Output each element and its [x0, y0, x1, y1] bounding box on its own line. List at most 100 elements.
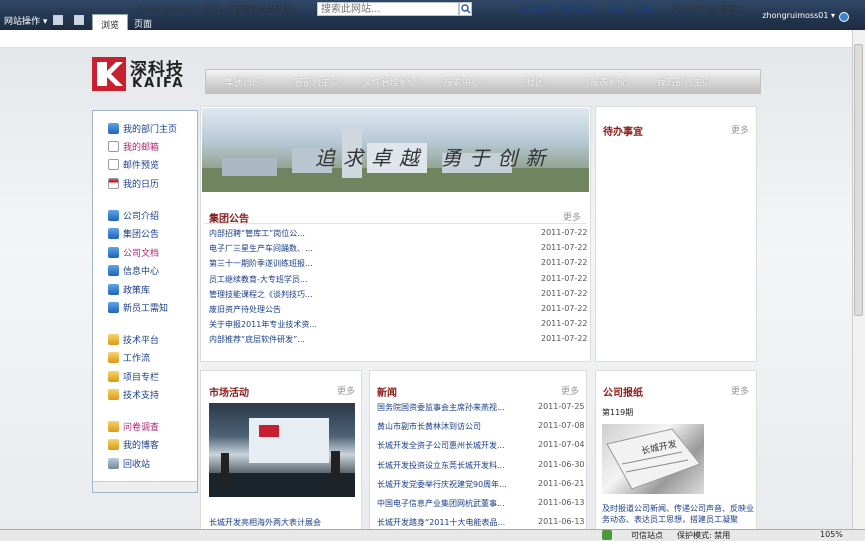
sidebar-item-workflow[interactable]: 工作流	[108, 351, 150, 364]
scrollbar-thumb[interactable]	[854, 44, 863, 316]
support-icon	[108, 389, 119, 400]
site-actions-menu[interactable]: 网站操作 ▾	[4, 14, 47, 27]
sidebar-item-new-staff[interactable]: 新员工需知	[108, 301, 168, 314]
notice-icon	[108, 228, 119, 239]
todo-more-link[interactable]: 更多	[731, 123, 749, 136]
nav-group-portal[interactable]: 集团门户	[225, 75, 261, 88]
recycle-bin-icon	[108, 458, 119, 469]
nav-my-department[interactable]: 我的部门主页	[657, 75, 711, 88]
tab-browse[interactable]: 浏览	[92, 14, 129, 31]
sidebar-item-my-department[interactable]: 我的部门主页	[108, 122, 177, 135]
paper-description[interactable]: 及时报道公司新闻、传递公司声音、反映业务动态、表达员工思想，搭建员工凝聚	[602, 503, 754, 525]
nav-file-system[interactable]: 文件管理系统	[363, 75, 417, 88]
sidebar-item-my-mail[interactable]: 我的邮箱	[108, 140, 159, 153]
announce-row-link[interactable]: 第三十一期阶季遂训练班报...	[209, 258, 327, 269]
edit-page-icon[interactable]	[74, 15, 84, 25]
announce-row-date: 2011-07-22	[541, 288, 588, 298]
help-icon[interactable]	[839, 12, 849, 22]
news-row-link[interactable]: 长城开发投资设立东莞长城开发科...	[377, 460, 517, 471]
browser-status-bar	[0, 529, 865, 541]
zoom-level[interactable]: 105%	[820, 530, 843, 539]
news-row-link[interactable]: 长城开发党委举行庆祝建党90周年...	[377, 479, 517, 490]
home-icon	[108, 123, 119, 134]
market-event-photo[interactable]	[209, 403, 355, 497]
announce-row-date: 2011-07-22	[541, 319, 588, 329]
calendar-icon	[108, 178, 119, 189]
nav-department-pages[interactable]: 各部门主页	[294, 75, 339, 88]
sidebar-item-tech-platform[interactable]: 技术平台	[108, 333, 159, 346]
announce-row-date: 2011-07-22	[541, 228, 588, 237]
kaifa-logo-icon	[92, 57, 126, 91]
news-title: 新闻	[377, 388, 397, 399]
sidebar-horizontal-scrollbar[interactable]	[93, 481, 197, 492]
sidebar-item-group-notice[interactable]: 集团公告	[108, 227, 159, 240]
navigate-up-icon[interactable]	[53, 15, 63, 25]
my-tags-link[interactable]: 我的标签	[562, 4, 594, 15]
workflow-icon	[108, 352, 119, 363]
sidebar-item-policy-library[interactable]: 政策库	[108, 283, 150, 296]
news-row-date: 2011-07-25	[538, 402, 585, 411]
sidebar-item-survey[interactable]: 问卷调查	[108, 420, 159, 433]
newspaper-photo[interactable]: 长城开发	[602, 424, 704, 494]
sidebar-item-info-center[interactable]: 信息中心	[108, 264, 159, 277]
divider	[204, 223, 587, 224]
news-row-date: 2011-07-04	[538, 440, 585, 450]
announce-row-link[interactable]: 废旧资产待处理公告	[209, 304, 327, 315]
announce-row-link[interactable]: 员工继续教育-大专班学员...	[209, 274, 327, 285]
current-date: 2011-07-26 星期二	[671, 5, 745, 14]
my-likes-link[interactable]: 我喜欢的	[521, 4, 553, 15]
paper-more-link[interactable]: 更多	[731, 384, 749, 397]
news-more-link[interactable]: 更多	[561, 384, 579, 397]
news-row-date: 2011-06-30	[538, 459, 585, 469]
news-row-date: 2011-06-13	[538, 517, 585, 527]
search-input[interactable]	[317, 2, 459, 16]
tab-page[interactable]: 页面	[126, 14, 160, 30]
announce-row-date: 2011-07-22	[541, 273, 588, 283]
market-caption-link[interactable]: 长城开发亮相海外两大表计展会	[209, 517, 321, 528]
tech-icon	[108, 334, 119, 345]
user-menu[interactable]: zhongruimoss01 ▾	[762, 11, 835, 20]
theme-link[interactable]: 主题	[635, 4, 651, 15]
paper-issue: 第119期	[602, 408, 634, 417]
market-more-link[interactable]: 更多	[337, 384, 355, 397]
news-row-link[interactable]: 黄山市副市长黄林沐到访公司	[377, 421, 517, 432]
todo-panel	[595, 106, 757, 362]
nav-report-system[interactable]: 报表系统	[590, 75, 626, 88]
policy-icon	[108, 284, 119, 295]
welcome-text: zhongruimoss01 您好，欢迎来到长城开发!	[134, 5, 294, 14]
sidebar-item-my-blog[interactable]: 我的博客	[108, 438, 159, 451]
new-staff-icon	[108, 302, 119, 313]
announce-row-link[interactable]: 内部推荐“底层软件研发”...	[209, 334, 327, 345]
company-icon	[108, 210, 119, 221]
info-icon	[108, 265, 119, 276]
news-row-link[interactable]: 中国电子信息产业集团网杭武董事...	[377, 498, 517, 509]
todo-title: 待办事宜	[603, 127, 643, 138]
announce-row-link[interactable]: 管理技能课程之《谈判技巧...	[209, 289, 327, 300]
sidebar-item-mail-preview[interactable]: 邮件预览	[108, 158, 159, 171]
banner-slogan: 追求卓越 勇于创新	[315, 146, 554, 170]
announce-row-date: 2011-07-22	[541, 243, 588, 253]
announce-row-link[interactable]: 关于申报2011年专业技术资...	[209, 319, 327, 330]
language-link[interactable]: 语言	[608, 4, 624, 15]
news-row-date: 2011-06-13	[538, 498, 585, 507]
news-row-date: 2011-07-08	[538, 421, 585, 431]
mail-icon	[108, 141, 119, 152]
search-button[interactable]	[459, 2, 472, 16]
news-row-link[interactable]: 国务院国资委监事会主席孙来燕视...	[377, 402, 517, 413]
news-row-link[interactable]: 长城开发踏身“2011十大电能表品...	[377, 517, 517, 528]
sidebar-item-project-column[interactable]: 项目专栏	[108, 370, 159, 383]
nav-search-center[interactable]: 搜索中心	[444, 75, 480, 88]
sidebar-item-company-intro[interactable]: 公司介绍	[108, 209, 159, 222]
top-bar	[0, 30, 852, 48]
news-row-link[interactable]: 长城开发全资子公司惠州长城开发...	[377, 440, 517, 451]
announce-more-link[interactable]: 更多	[563, 210, 581, 223]
announce-row-link[interactable]: 电子厂三星生产车间踊数、...	[209, 243, 327, 254]
announce-row-link[interactable]: 内部招聘“管库工”岗位公...	[209, 228, 327, 239]
sidebar-item-recycle-bin[interactable]: 回收站	[108, 457, 150, 470]
sidebar-item-tech-support[interactable]: 技术支持	[108, 388, 159, 401]
document-icon	[108, 247, 119, 258]
sidebar-item-company-docs[interactable]: 公司文档	[108, 246, 159, 259]
announce-row-date: 2011-07-22	[541, 304, 588, 313]
nav-community[interactable]: 社区	[526, 75, 544, 88]
sidebar-item-my-calendar[interactable]: 我的日历	[108, 177, 159, 190]
